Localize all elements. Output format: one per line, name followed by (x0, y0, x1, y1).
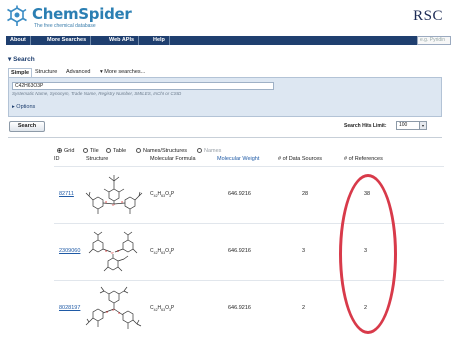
radio-icon (83, 147, 88, 153)
app-tagline: The free chemical database (34, 23, 96, 29)
view-tile-label: Tile (90, 148, 99, 154)
structure-image[interactable]: P O O (84, 226, 146, 276)
tab-simple[interactable]: Simple (8, 68, 33, 77)
nav-web-apis[interactable]: Web APIs (105, 36, 140, 45)
svg-text:P: P (113, 308, 115, 312)
collapse-triangle-icon: ▾ (8, 56, 12, 63)
radio-icon (197, 147, 202, 153)
search-hint: Systematic Name, Synonym, Trade Name, Re… (12, 91, 182, 96)
tab-more-searches-label: More searches... (104, 69, 146, 75)
molecular-weight: 646.9216 (228, 305, 251, 311)
svg-text:P: P (112, 251, 114, 255)
hit-limit-label: Search Hits Limit: (344, 123, 387, 129)
divider (8, 137, 442, 138)
result-id-link[interactable]: 8028197 (59, 305, 80, 311)
quick-search-input[interactable]: e.g. Pyridin (417, 36, 451, 45)
result-id-link[interactable]: 82711 (59, 191, 74, 197)
header: ChemSpider The free chemical database RS… (0, 0, 451, 34)
data-source-count: 2 (302, 305, 306, 311)
expand-triangle-icon: ▸ (12, 104, 15, 110)
view-tile-option[interactable]: Tile (83, 147, 99, 155)
dropdown-arrow-icon: ▾ (419, 122, 426, 129)
result-id-link[interactable]: 2309060 (59, 248, 80, 254)
tab-structure[interactable]: Structure (33, 68, 59, 77)
nav-help[interactable]: Help (149, 36, 170, 45)
app-title: ChemSpider (32, 5, 132, 23)
col-data-sources[interactable]: # of Data Sources (278, 156, 322, 162)
options-toggle[interactable]: ▸ Options (12, 104, 35, 110)
view-names-structures-label: Names/Structures (143, 148, 188, 154)
molecular-formula: C42H63O3P (150, 305, 175, 312)
col-molecular-weight[interactable]: Molecular Weight (217, 156, 259, 162)
view-names-structures-option[interactable]: Names/Structures (136, 147, 187, 155)
view-names-label: Names (204, 148, 222, 154)
radio-icon (106, 147, 111, 153)
search-panel: C42H63O3P Systematic Name, Synonym, Trad… (8, 77, 442, 117)
svg-text:O: O (117, 249, 120, 253)
view-table-option[interactable]: Table (106, 147, 126, 155)
data-source-count: 3 (302, 248, 306, 254)
molecular-weight: 646.9216 (228, 191, 251, 197)
hit-limit-value: 100 (399, 122, 408, 128)
view-grid-option[interactable]: Grid (57, 147, 74, 155)
search-button[interactable]: Search (9, 121, 45, 132)
rsc-logo[interactable]: RSC (413, 8, 443, 25)
view-names-option[interactable]: Names (197, 147, 221, 155)
col-structure: Structure (86, 156, 109, 162)
nav-about[interactable]: About (6, 36, 31, 45)
structure-image[interactable]: P O O (84, 283, 146, 333)
tab-advanced[interactable]: Advanced (64, 68, 92, 77)
results-header: ID Structure Molecular Formula Molecular… (54, 156, 444, 164)
tab-more-searches[interactable]: ▾ More searches... (98, 68, 147, 77)
main-nav: About More Searches Web APIs Help e.g. P… (6, 36, 451, 45)
col-references[interactable]: # of References (344, 156, 383, 162)
col-id: ID (54, 156, 60, 162)
col-formula: Molecular Formula (150, 156, 196, 162)
molecular-formula: C42H63O3P (150, 248, 175, 255)
search-input[interactable]: C42H63O3P (12, 82, 274, 90)
references-highlight-oval (339, 174, 397, 334)
chemspider-logo[interactable]: ChemSpider The free chemical database (4, 3, 132, 31)
nav-more-searches[interactable]: More Searches (43, 36, 92, 45)
chemspider-logo-icon (7, 5, 27, 26)
molecular-formula: C42H63O3P (150, 191, 175, 198)
hit-limit-select[interactable]: 100 ▾ (396, 121, 427, 130)
radio-icon (136, 147, 141, 153)
view-grid-label: Grid (64, 148, 75, 154)
dropdown-arrow-icon: ▾ (100, 69, 103, 75)
radio-icon (57, 147, 62, 153)
search-section-title[interactable]: ▾ Search (8, 55, 35, 63)
svg-text:P: P (113, 203, 115, 207)
molecular-weight: 646.9216 (228, 248, 251, 254)
svg-text:O: O (106, 310, 109, 314)
view-table-label: Table (113, 148, 127, 154)
search-heading: Search (13, 56, 35, 63)
data-source-count: 28 (302, 191, 309, 197)
options-label: Options (16, 104, 36, 110)
structure-image[interactable]: P O O (84, 169, 146, 219)
